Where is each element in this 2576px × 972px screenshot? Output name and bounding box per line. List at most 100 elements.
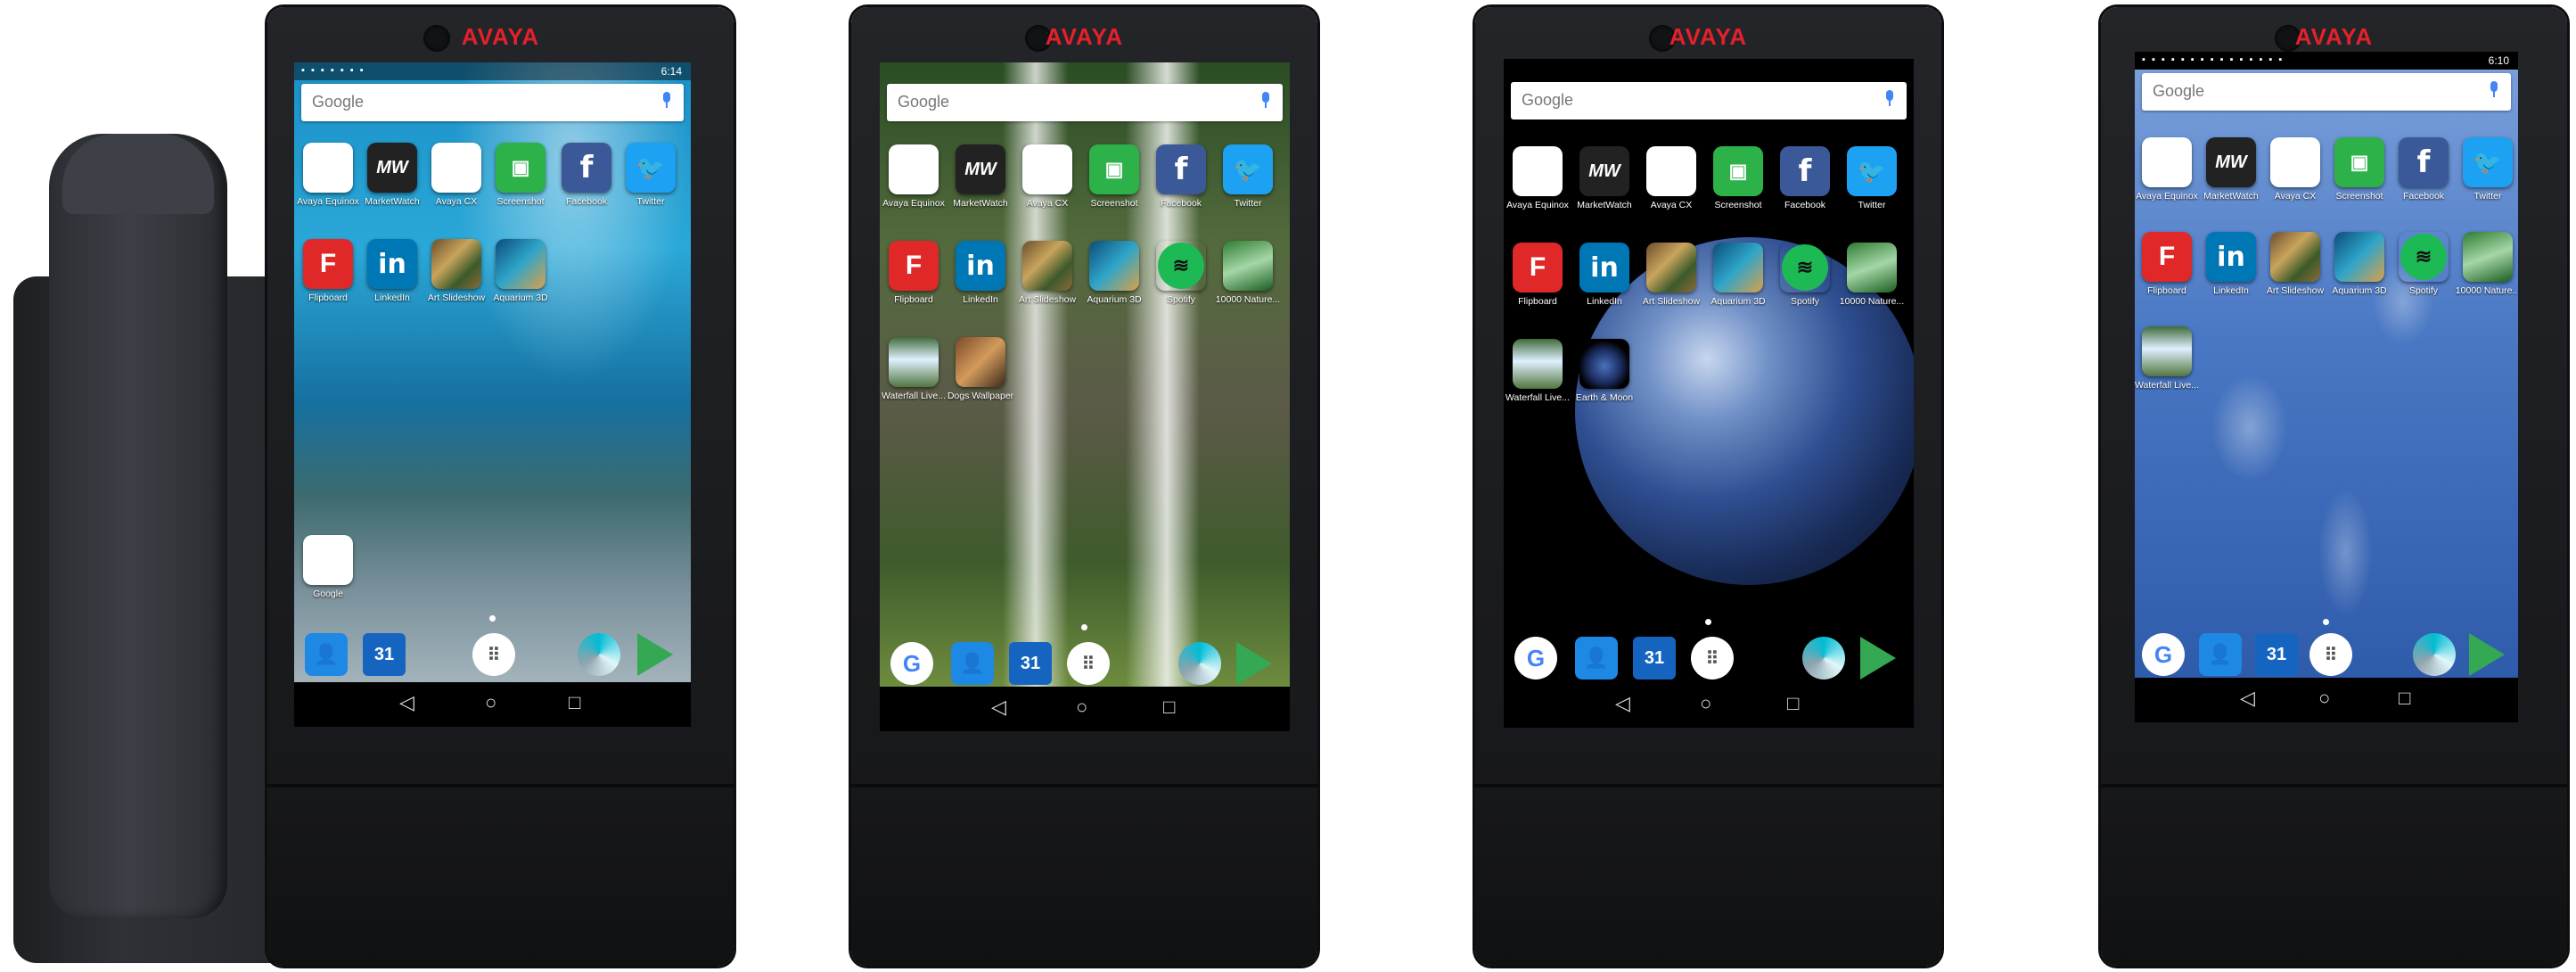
app-waterfall-live[interactable]: Waterfall Live... (880, 337, 948, 401)
app-marketwatch[interactable]: MW MarketWatch (1571, 146, 1638, 210)
app-aquarium-3d[interactable]: Aquarium 3D (2326, 232, 2393, 296)
app-spotify[interactable]: ≋ Spotify (2390, 232, 2457, 296)
play-store-icon[interactable] (1860, 637, 1896, 680)
app-twitter[interactable]: 🐦 Twitter (2454, 137, 2518, 202)
app-screenshot[interactable]: ▣ Screenshot (2326, 137, 2393, 202)
app-facebook[interactable]: f Facebook (1147, 144, 1215, 209)
app-screenshot[interactable]: ▣ Screenshot (1080, 144, 1148, 209)
app-avaya-equinox[interactable]: ⚇ Avaya Equinox (294, 143, 362, 207)
dialer-icon[interactable] (1802, 637, 1845, 680)
app-dogs-wallpaper[interactable]: Dogs Wallpaper (947, 337, 1014, 401)
app-earth-moon[interactable]: Earth & Moon (1571, 339, 1638, 403)
app-facebook[interactable]: f Facebook (1771, 146, 1839, 210)
recents-icon[interactable]: □ (1163, 696, 1175, 719)
flipboard-icon: F (1513, 243, 1563, 292)
app-facebook[interactable]: f Facebook (553, 143, 620, 207)
app-10000-nature[interactable]: 10000 Nature... (1214, 241, 1282, 305)
mic-icon[interactable] (662, 92, 671, 108)
app-twitter[interactable]: 🐦 Twitter (1838, 146, 1906, 210)
app-linkedin[interactable]: in LinkedIn (358, 239, 426, 303)
dialer-icon[interactable] (578, 633, 620, 676)
contacts-icon[interactable]: 👤 (951, 642, 994, 685)
mic-icon[interactable] (2490, 81, 2498, 97)
app-linkedin[interactable]: in LinkedIn (947, 241, 1014, 305)
google-search-bar[interactable]: Google (887, 84, 1283, 121)
app-drawer-icon[interactable]: ⠿ (2309, 633, 2352, 676)
back-icon[interactable]: ◁ (991, 696, 1006, 719)
app-linkedin[interactable]: in LinkedIn (2197, 232, 2265, 296)
flipboard-icon: F (303, 239, 353, 289)
back-icon[interactable]: ◁ (399, 691, 414, 714)
app-google[interactable]: G Google (294, 535, 362, 599)
app-twitter[interactable]: 🐦 Twitter (1214, 144, 1282, 209)
google-search-bar[interactable]: Google (2142, 73, 2511, 111)
back-icon[interactable]: ◁ (2240, 687, 2255, 710)
recents-icon[interactable]: □ (1787, 692, 1799, 715)
play-store-icon[interactable] (637, 633, 673, 676)
recents-icon[interactable]: □ (569, 691, 580, 714)
app-aquarium-3d[interactable]: Aquarium 3D (1080, 241, 1148, 305)
app-flipboard[interactable]: F Flipboard (1504, 243, 1571, 307)
dialer-icon[interactable] (2413, 633, 2456, 676)
dialer-icon[interactable] (1178, 642, 1221, 685)
app-waterfall-live[interactable]: Waterfall Live... (2135, 326, 2201, 391)
app-twitter[interactable]: 🐦 Twitter (617, 143, 685, 207)
google-icon[interactable]: G (2142, 633, 2185, 676)
app-linkedin[interactable]: in LinkedIn (1571, 243, 1638, 307)
calendar-icon[interactable]: 31 (363, 633, 406, 676)
recents-icon[interactable]: □ (2399, 687, 2410, 710)
home-icon[interactable]: ○ (485, 691, 496, 714)
app-10000-nature[interactable]: 10000 Nature... (1838, 243, 1906, 307)
home-icon[interactable]: ○ (1076, 696, 1087, 719)
app-avaya-cx[interactable]: AVAYA Avaya CX (2261, 137, 2329, 202)
app-flipboard[interactable]: F Flipboard (2135, 232, 2201, 296)
mic-icon[interactable] (1261, 92, 1270, 108)
home-icon[interactable]: ○ (1700, 692, 1711, 715)
calendar-icon[interactable]: 31 (2255, 633, 2298, 676)
app-art-slideshow[interactable]: Art Slideshow (2261, 232, 2329, 296)
contacts-icon[interactable]: 👤 (1575, 637, 1618, 680)
app-waterfall-live[interactable]: Waterfall Live... (1504, 339, 1571, 403)
play-store-icon[interactable] (2469, 633, 2505, 676)
handset[interactable] (49, 134, 227, 918)
calendar-icon[interactable]: 31 (1633, 637, 1676, 680)
app-screenshot[interactable]: ▣ Screenshot (1704, 146, 1772, 210)
screen: Google ⚇ Avaya Equinox MW MarketWatch AVAY… (1504, 59, 1914, 728)
app-spotify[interactable]: ≋ Spotify (1147, 241, 1215, 305)
home-icon[interactable]: ○ (2318, 687, 2330, 710)
google-icon[interactable]: G (1514, 637, 1557, 680)
app-spotify[interactable]: ≋ Spotify (1771, 243, 1839, 307)
calendar-icon[interactable]: 31 (1009, 642, 1052, 685)
contacts-icon[interactable]: 👤 (305, 633, 348, 676)
app-flipboard[interactable]: F Flipboard (880, 241, 948, 305)
app-avaya-cx[interactable]: AVAYA Avaya CX (1013, 144, 1081, 209)
app-drawer-icon[interactable]: ⠿ (472, 633, 515, 676)
app-marketwatch[interactable]: MW MarketWatch (947, 144, 1014, 209)
mic-icon[interactable] (1885, 90, 1894, 106)
app-art-slideshow[interactable]: Art Slideshow (1013, 241, 1081, 305)
google-search-bar[interactable]: Google (301, 84, 684, 121)
app-flipboard[interactable]: F Flipboard (294, 239, 362, 303)
google-search-bar[interactable]: Google (1511, 82, 1907, 119)
nav-bar: ◁ ○ □ (294, 682, 691, 727)
play-store-icon[interactable] (1236, 642, 1272, 685)
app-drawer-icon[interactable]: ⠿ (1691, 637, 1734, 680)
app-aquarium-3d[interactable]: Aquarium 3D (487, 239, 554, 303)
contacts-icon[interactable]: 👤 (2199, 633, 2242, 676)
app-10000-nature[interactable]: 10000 Nature... (2454, 232, 2518, 296)
app-marketwatch[interactable]: MW MarketWatch (358, 143, 426, 207)
google-icon[interactable]: G (890, 642, 933, 685)
app-art-slideshow[interactable]: Art Slideshow (422, 239, 490, 303)
app-avaya-equinox[interactable]: ⚇ Avaya Equinox (2135, 137, 2201, 202)
app-drawer-icon[interactable]: ⠿ (1067, 642, 1110, 685)
app-screenshot[interactable]: ▣ Screenshot (487, 143, 554, 207)
app-marketwatch[interactable]: MW MarketWatch (2197, 137, 2265, 202)
app-aquarium-3d[interactable]: Aquarium 3D (1704, 243, 1772, 307)
app-art-slideshow[interactable]: Art Slideshow (1637, 243, 1705, 307)
app-facebook[interactable]: f Facebook (2390, 137, 2457, 202)
app-avaya-cx[interactable]: AVAYA Avaya CX (422, 143, 490, 207)
app-avaya-cx[interactable]: AVAYA Avaya CX (1637, 146, 1705, 210)
app-avaya-equinox[interactable]: ⚇ Avaya Equinox (1504, 146, 1571, 210)
back-icon[interactable]: ◁ (1615, 692, 1630, 715)
app-avaya-equinox[interactable]: ⚇ Avaya Equinox (880, 144, 948, 209)
